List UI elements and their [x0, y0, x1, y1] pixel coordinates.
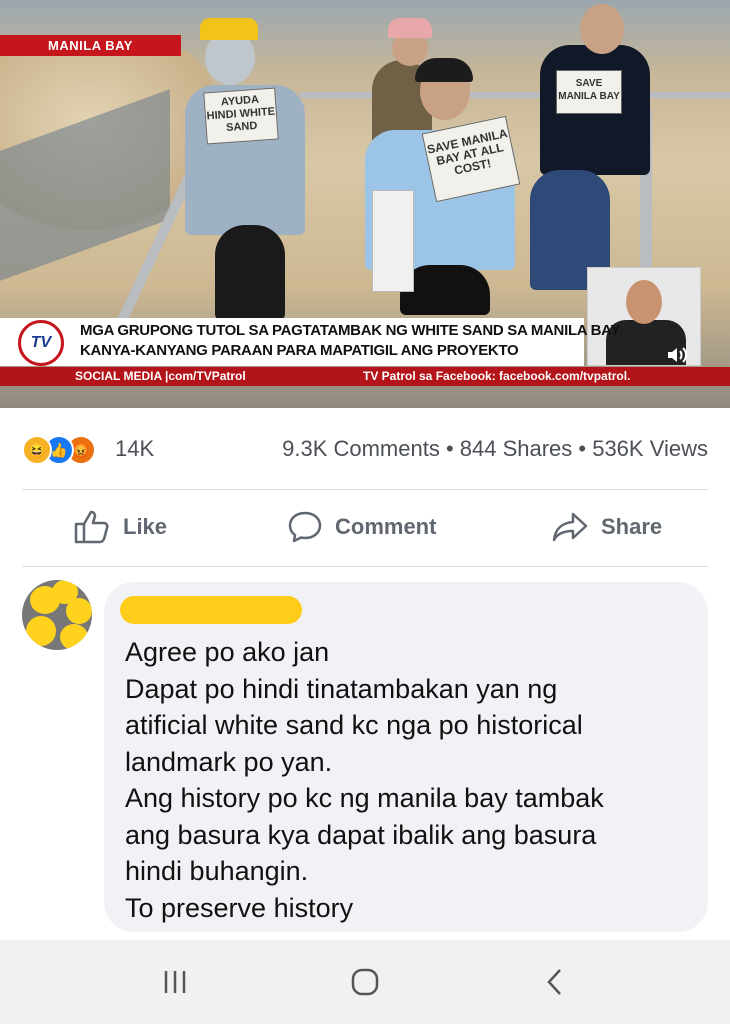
share-label: Share — [601, 514, 663, 539]
comment-label: Comment — [335, 514, 437, 539]
protester-legs — [215, 225, 285, 320]
comment-line: Agree po ako jan — [125, 637, 330, 667]
comment-line: hindi buhangin. — [125, 856, 309, 886]
comment-line: ang basura kya dapat ibalik ang basura — [125, 819, 597, 850]
redaction-blot — [26, 616, 56, 646]
railing — [300, 92, 730, 98]
redaction-blot — [66, 598, 92, 624]
cap — [388, 18, 432, 38]
comment-bubble[interactable]: Agree po ako jan Dapat po hindi tinatamb… — [104, 582, 708, 932]
interpreter-head — [626, 280, 662, 324]
comment-text: Agree po ako jan Dapat po hindi tinatamb… — [125, 634, 604, 926]
headline-line-2: KANYA-KANYANG PARAAN PARA MAPATIGIL ANG … — [80, 342, 519, 359]
divider — [22, 566, 708, 567]
tote-bag — [372, 190, 414, 292]
hair — [415, 58, 473, 82]
comment: Agree po ako jan Dapat po hindi tinatamb… — [0, 575, 730, 940]
comment-line: landmark po yan. — [125, 746, 333, 777]
tv-patrol-logo: TV — [18, 320, 64, 366]
commenter-avatar[interactable] — [22, 580, 92, 650]
haha-icon: 😆 — [22, 435, 52, 465]
share-button[interactable]: Share — [551, 510, 662, 544]
news-ticker: SOCIAL MEDIA |com/TVPatrol TV Patrol sa … — [0, 367, 730, 386]
comment-line: To preserve history — [125, 892, 354, 923]
hard-hat — [200, 18, 258, 40]
protester-head — [580, 4, 624, 54]
recent-apps-icon[interactable] — [155, 966, 195, 998]
mute-speaker-icon[interactable] — [664, 344, 690, 366]
reaction-icons[interactable]: 😆 👍 😡 — [22, 435, 108, 465]
home-icon[interactable] — [345, 966, 385, 998]
post-actions: Like Comment Share — [0, 496, 730, 558]
comment-button[interactable]: Comment — [287, 510, 436, 544]
video-thumbnail[interactable]: AYUDA HINDI WHITE SAND SAVE MANILA BAY A… — [0, 0, 730, 408]
redaction-blot — [60, 624, 88, 650]
location-badge: MANILA BAY — [0, 35, 181, 56]
post-stats: 😆 👍 😡 14K 9.3K Comments • 844 Shares • 5… — [0, 425, 730, 473]
protest-sign: SAVE MANILA BAY — [556, 70, 622, 114]
comment-line: Ang history po kc ng manila bay tambak — [125, 783, 604, 813]
comment-line: atificial white sand kc nga po historica… — [125, 710, 583, 740]
redacted-commenter-name[interactable] — [120, 596, 302, 624]
headline-line-1: MGA GRUPONG TUTOL SA PAGTATAMBAK NG WHIT… — [80, 322, 621, 339]
reaction-count[interactable]: 14K — [115, 436, 154, 462]
comment-bubble-icon — [288, 511, 322, 543]
back-icon[interactable] — [535, 966, 575, 998]
share-arrow-icon — [552, 512, 588, 542]
engagement-summary[interactable]: 9.3K Comments • 844 Shares • 536K Views — [282, 436, 708, 462]
ticker-right-text: TV Patrol sa Facebook: facebook.com/tvpa… — [363, 369, 631, 383]
divider — [22, 489, 708, 490]
ticker-left-text: SOCIAL MEDIA |com/TVPatrol — [75, 369, 246, 383]
like-label: Like — [123, 514, 168, 539]
comment-line: Dapat po hindi tinatambakan yan ng — [125, 673, 558, 704]
like-button[interactable]: Like — [73, 510, 167, 544]
system-navigation-bar — [0, 940, 730, 1024]
news-lower-third: TV MGA GRUPONG TUTOL SA PAGTATAMBAK NG W… — [0, 318, 620, 366]
protest-sign: AYUDA HINDI WHITE SAND — [203, 87, 279, 145]
thumbs-up-icon — [74, 510, 109, 544]
